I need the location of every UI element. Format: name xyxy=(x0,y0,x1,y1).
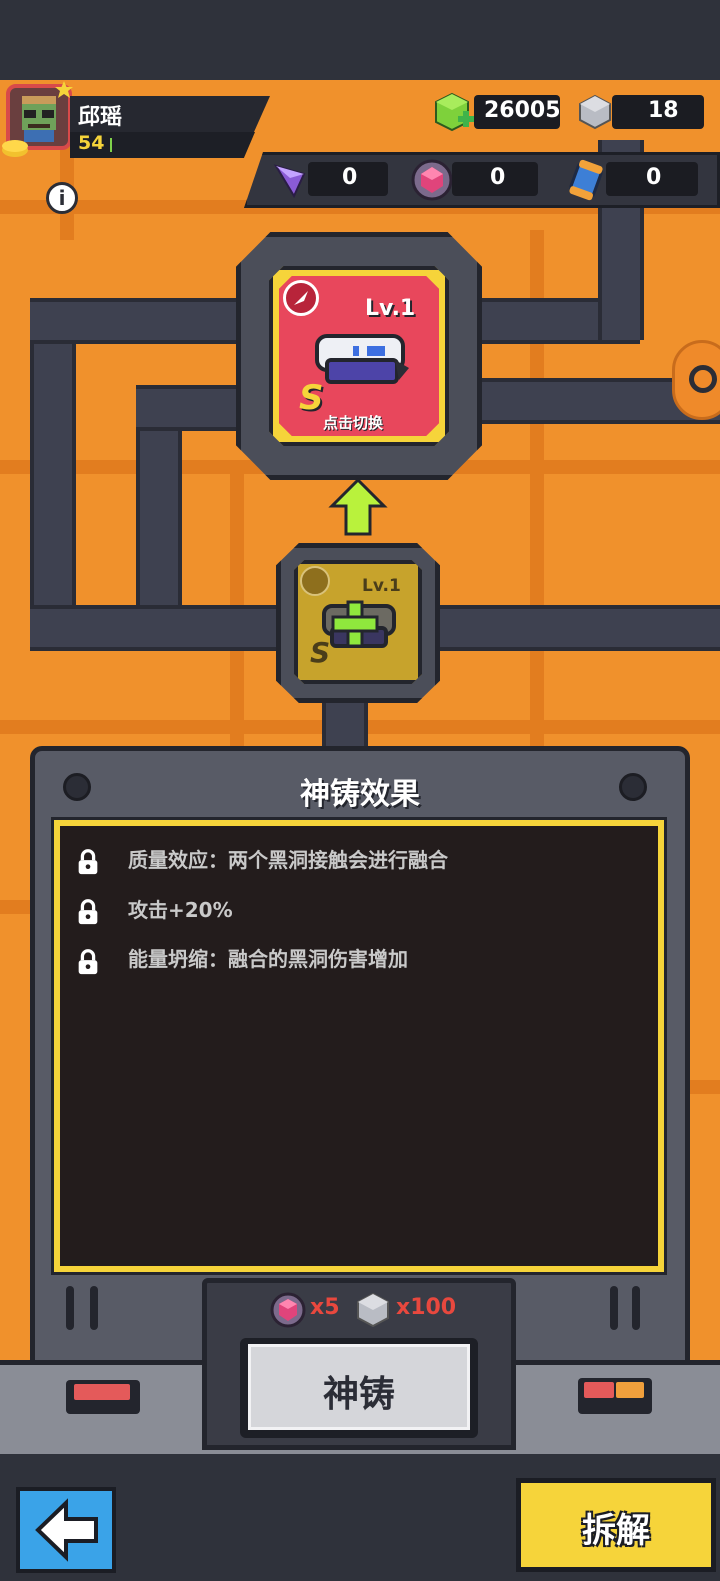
weapon-switch-label: 点击切换 xyxy=(323,414,384,432)
player-name-plate: 邱瑶 xyxy=(70,96,270,132)
vent-left xyxy=(90,1286,98,1330)
silver-cube-counter[interactable]: 18 xyxy=(612,95,704,129)
lock-icon xyxy=(78,899,98,925)
player-name: 邱瑶 xyxy=(78,105,123,130)
pink-orb-icon xyxy=(270,1292,306,1328)
player-header: 邱瑶 54 26005 18 0 0 0 xyxy=(0,80,720,210)
back-button[interactable] xyxy=(16,1487,116,1573)
green-gem-counter[interactable]: 26005 xyxy=(474,95,561,129)
pink-orb-icon xyxy=(411,159,453,201)
effects-panel-title: 神铸效果 xyxy=(300,777,420,812)
fusion-add-icon xyxy=(322,600,396,648)
info-button[interactable]: i xyxy=(46,182,78,214)
capsule-icon xyxy=(569,159,603,201)
silver-cube-icon xyxy=(579,94,611,130)
material-counter-3[interactable]: 0 xyxy=(606,162,698,196)
weapon-type-icon xyxy=(283,280,319,316)
weapon-grade: S xyxy=(299,378,324,418)
top-bar xyxy=(0,0,720,80)
silver-cube-amount: 18 xyxy=(648,98,679,123)
effect-item-2: 攻击+20% xyxy=(128,898,233,922)
lock-icon xyxy=(78,949,98,975)
material-amount-2: 0 xyxy=(490,165,506,190)
material-counter-1[interactable]: 0 xyxy=(308,162,388,196)
vent-right xyxy=(632,1286,640,1330)
vent-right xyxy=(610,1286,618,1330)
effect-item-1: 质量效应：两个黑洞接触会进行融合 xyxy=(128,848,448,872)
material-amount-1: 0 xyxy=(342,165,358,190)
cost-orb-count: x5 xyxy=(310,1295,340,1320)
fusion-slot-grade: S xyxy=(310,636,331,669)
back-arrow-icon xyxy=(35,1498,98,1562)
weapon-card[interactable]: Lv.1 S 点击切换 xyxy=(269,266,449,446)
fusion-slot-card[interactable]: Lv.1 S xyxy=(294,560,422,684)
red-switch-left xyxy=(66,1380,140,1414)
coin-stack-icon xyxy=(2,140,28,157)
upgrade-arrow-icon xyxy=(328,478,388,536)
dismantle-button-label: 拆解 xyxy=(582,1511,650,1551)
info-icon: i xyxy=(58,186,66,210)
dismantle-button[interactable]: 拆解 xyxy=(516,1478,716,1572)
silver-cube-icon xyxy=(357,1292,389,1328)
forge-button[interactable]: 神铸 xyxy=(240,1338,478,1438)
switch-right xyxy=(578,1378,652,1414)
green-gem-amount: 26005 xyxy=(484,98,561,123)
material-amount-3: 0 xyxy=(646,165,662,190)
effect-item-3: 能量坍缩：融合的黑洞伤害增加 xyxy=(128,947,408,971)
player-level: 54 xyxy=(78,132,105,154)
effects-list-box xyxy=(51,817,667,1275)
green-gem-icon xyxy=(435,92,474,132)
weapon-level: Lv.1 xyxy=(365,296,416,321)
material-counter-2[interactable]: 0 xyxy=(452,162,538,196)
lock-icon xyxy=(78,849,98,875)
player-level-bar: 54 xyxy=(70,132,255,158)
fusion-slot-level: Lv.1 xyxy=(362,576,401,596)
cost-cube-count: x100 xyxy=(396,1295,457,1320)
vent-left xyxy=(66,1286,74,1330)
forge-button-label: 神铸 xyxy=(322,1374,395,1415)
purple-crystal-icon xyxy=(273,164,306,199)
side-badge-icon[interactable] xyxy=(672,340,720,420)
